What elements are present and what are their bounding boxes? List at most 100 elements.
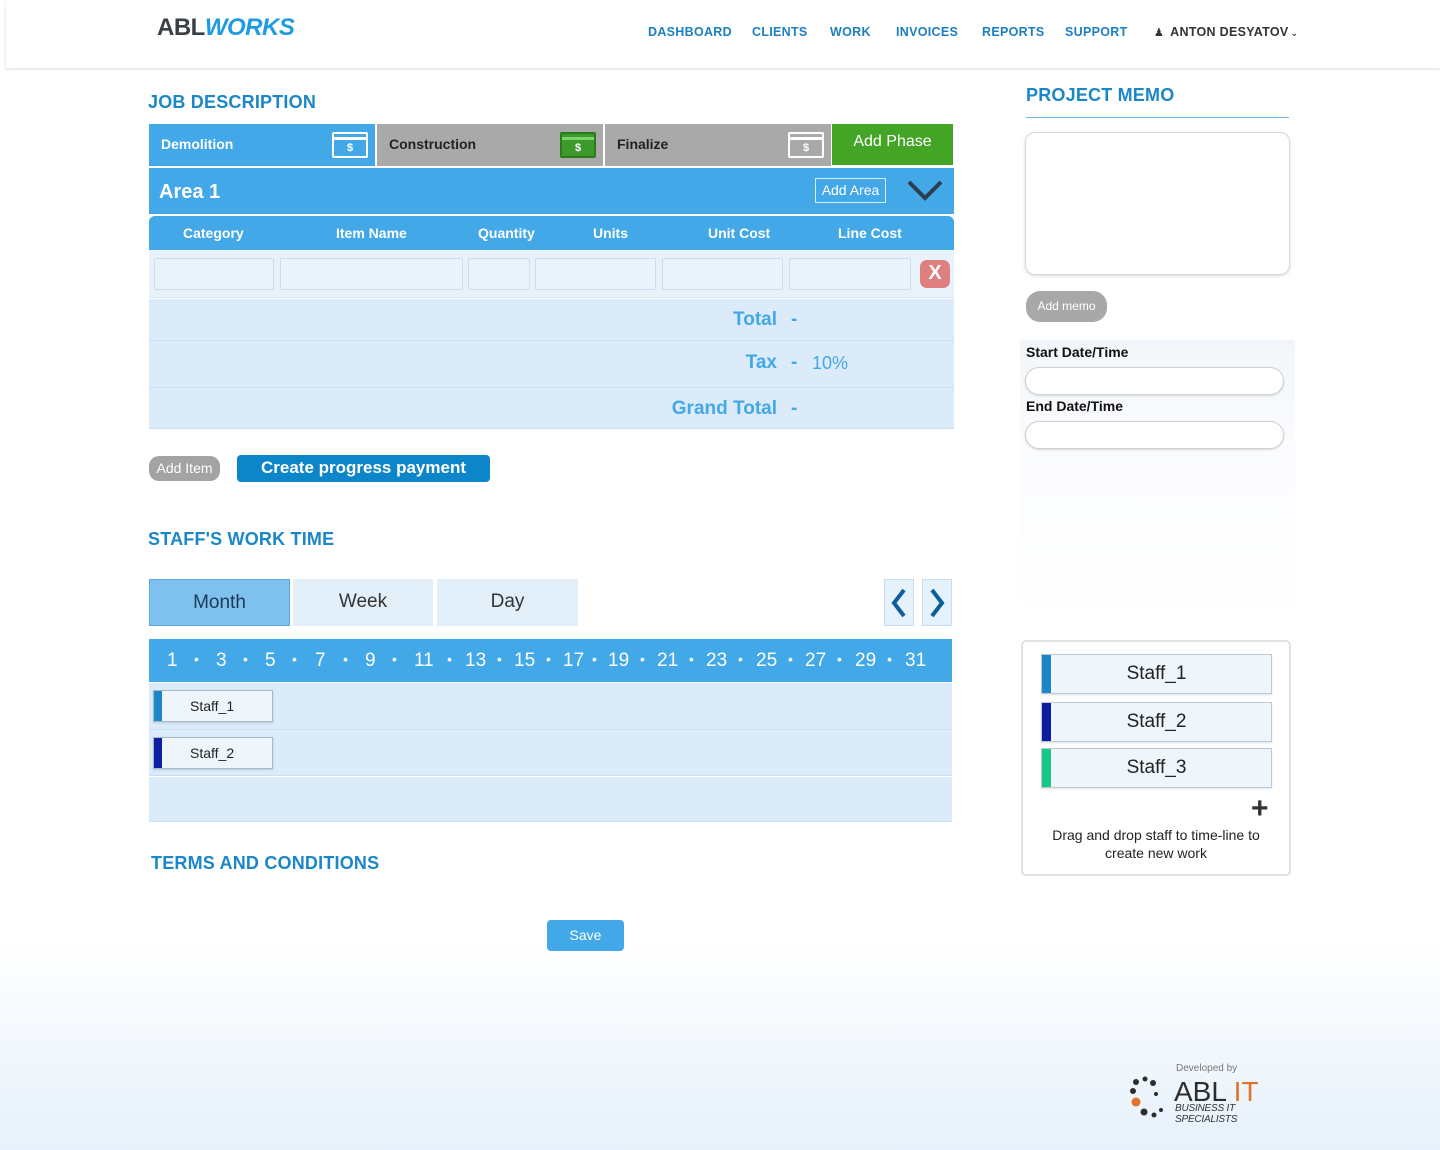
terms-title: TERMS AND CONDITIONS (151, 853, 380, 873)
category-input[interactable] (154, 258, 274, 290)
tab-day[interactable]: Day (437, 579, 578, 626)
create-progress-payment-button[interactable]: Create progress payment (237, 455, 490, 482)
staff-name: Staff_3 (1126, 757, 1187, 778)
divider (1026, 117, 1289, 118)
staff-color-bar (1042, 749, 1051, 787)
day-separator: • (292, 651, 297, 667)
day-separator: • (497, 651, 502, 667)
day-separator: • (640, 651, 645, 667)
drag-drop-hint: Drag and drop staff to time-line to crea… (1052, 827, 1260, 861)
tax-dash: - (791, 352, 798, 373)
day-label: 19 (608, 650, 630, 671)
quantity-input[interactable] (468, 258, 530, 290)
save-button[interactable]: Save (547, 920, 624, 951)
project-memo-title: PROJECT MEMO (1026, 85, 1175, 105)
collapse-chevron-icon[interactable] (905, 174, 945, 204)
money-icon[interactable]: $ (332, 132, 368, 158)
day-label: 3 (216, 650, 227, 671)
nav-work[interactable]: WORK (830, 25, 871, 39)
items-table-header: Category Item Name Quantity Units Unit C… (149, 216, 954, 250)
line-cost-input[interactable] (789, 258, 911, 290)
job-description-title: JOB DESCRIPTION (148, 92, 317, 112)
add-memo-button[interactable]: Add memo (1026, 291, 1107, 322)
day-separator: • (887, 651, 892, 667)
grand-total-label: Grand Total (671, 398, 777, 419)
chevron-right-icon (930, 588, 945, 618)
day-label: 31 (905, 650, 927, 671)
staff-name: Staff_2 (1126, 711, 1187, 732)
day-separator: • (194, 651, 199, 667)
nav-reports[interactable]: REPORTS (982, 25, 1045, 39)
units-input[interactable] (535, 258, 656, 290)
day-separator: • (447, 651, 452, 667)
start-date-input[interactable] (1025, 367, 1284, 395)
abl-it-logo[interactable]: ABL IT BUSINESS IT SPECIALISTS (1128, 1074, 1293, 1125)
staff-pool-item-staff-1[interactable]: Staff_1 (1041, 654, 1272, 694)
timeline-row: Staff_2 (149, 730, 952, 776)
column-header-category: Category (183, 225, 244, 241)
staff-pool-item-staff-3[interactable]: Staff_3 (1041, 748, 1272, 788)
column-header-unit-cost: Unit Cost (708, 225, 771, 241)
phase-label: Demolition (161, 136, 234, 152)
developed-by-label: Developed by (1176, 1063, 1238, 1074)
day-separator: • (738, 651, 743, 667)
tax-row: Tax - 10% (149, 341, 954, 388)
start-date-label: Start Date/Time (1026, 344, 1129, 360)
item-name-input[interactable] (280, 258, 463, 290)
staff-chip-staff-1[interactable]: Staff_1 (153, 690, 273, 722)
table-row: X (149, 250, 954, 298)
tax-label: Tax (745, 352, 777, 373)
day-label: 5 (265, 650, 276, 671)
timeline-row: Staff_1 (149, 683, 952, 730)
phase-tab-demolition[interactable]: Demolition $ (149, 124, 375, 166)
nav-invoices[interactable]: INVOICES (896, 25, 958, 39)
total-value: - (791, 309, 798, 330)
column-header-quantity: Quantity (478, 225, 535, 241)
day-label: 11 (414, 650, 434, 671)
staff-chip-staff-2[interactable]: Staff_2 (153, 737, 273, 769)
total-row: Total - (149, 299, 954, 341)
grand-total-row: Grand Total - (149, 388, 954, 429)
phase-tab-construction[interactable]: Construction $ (377, 124, 603, 166)
logo-text-works: WORKS (204, 14, 295, 41)
nav-support[interactable]: SUPPORT (1065, 25, 1128, 39)
delete-row-button[interactable]: X (920, 260, 950, 288)
day-separator: • (592, 651, 597, 667)
money-icon[interactable]: $ (788, 132, 824, 158)
day-separator: • (788, 651, 793, 667)
staff-color-bar (1042, 655, 1051, 693)
phase-label: Construction (389, 136, 477, 152)
phase-tab-finalize[interactable]: Finalize $ (605, 124, 831, 166)
day-label: 21 (657, 650, 679, 671)
abl-it-tagline: BUSINESS IT SPECIALISTS (1175, 1103, 1238, 1125)
money-icon-green[interactable]: $ (560, 132, 596, 158)
tab-week[interactable]: Week (293, 579, 433, 626)
previous-button[interactable] (884, 579, 914, 626)
staff-name: Staff_2 (190, 745, 235, 761)
day-label: 9 (365, 650, 376, 671)
next-button[interactable] (922, 579, 952, 626)
end-date-label: End Date/Time (1026, 398, 1123, 414)
user-name: ANTON DESYATOV (1170, 25, 1289, 39)
memo-textarea[interactable] (1025, 132, 1290, 275)
nav-dashboard[interactable]: DASHBOARD (648, 25, 732, 39)
add-staff-icon[interactable]: + (1251, 792, 1269, 826)
timeline-row-empty[interactable] (149, 777, 952, 822)
unit-cost-input[interactable] (662, 258, 783, 290)
day-label: 23 (706, 650, 728, 671)
tab-month[interactable]: Month (149, 579, 290, 626)
add-phase-button[interactable]: Add Phase (832, 124, 953, 165)
total-label: Total (733, 309, 777, 330)
end-date-input[interactable] (1025, 421, 1284, 449)
staff-pool-item-staff-2[interactable]: Staff_2 (1041, 702, 1272, 742)
grand-total-value: - (791, 398, 798, 419)
day-label: 27 (805, 650, 827, 671)
column-header-line-cost: Line Cost (838, 225, 902, 241)
add-area-button[interactable]: Add Area (815, 178, 886, 203)
add-item-button[interactable]: Add Item (149, 456, 220, 481)
nav-clients[interactable]: CLIENTS (752, 25, 808, 39)
staff-color-bar (154, 738, 162, 768)
abl-it-mark-icon (1130, 1076, 1163, 1118)
ablworks-logo[interactable]: ABLWORKS (157, 14, 295, 42)
user-menu[interactable]: ♟ ANTON DESYATOV ⌄ (1154, 25, 1298, 39)
